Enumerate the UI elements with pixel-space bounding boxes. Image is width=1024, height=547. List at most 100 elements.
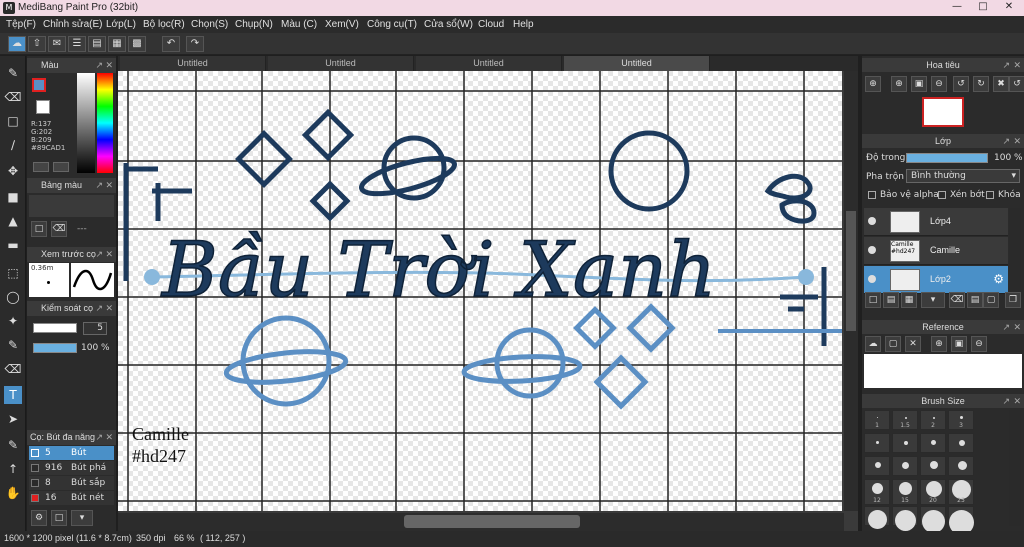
- swap-color-icon[interactable]: [53, 162, 69, 172]
- menu-filter[interactable]: Bộ lọc(R): [143, 19, 185, 30]
- brush-size-option[interactable]: [864, 456, 890, 476]
- share-icon[interactable]: ⇧: [28, 36, 46, 52]
- select-eraser-icon[interactable]: ⌫: [4, 360, 22, 378]
- rotate-left-icon[interactable]: ↺: [953, 76, 969, 92]
- menu-view[interactable]: Xem(V): [325, 19, 359, 30]
- brush-size-option[interactable]: 1: [864, 410, 890, 430]
- add-color-icon[interactable]: [33, 162, 49, 172]
- document-icon[interactable]: ▤: [88, 36, 106, 52]
- layer-row-lop4[interactable]: Lớp4: [864, 208, 1008, 236]
- popout-icon[interactable]: ↗: [95, 301, 103, 316]
- brush-size-option[interactable]: [920, 433, 946, 453]
- layer-scrollbar[interactable]: [1009, 208, 1021, 294]
- brush-size-scrollbar[interactable]: [1009, 410, 1021, 526]
- duplicate-icon[interactable]: ❐: [1005, 292, 1021, 308]
- menu-edit[interactable]: Chỉnh sửa(E): [43, 19, 103, 30]
- brush-size-option[interactable]: [864, 433, 890, 453]
- close-icon[interactable]: ✕: [1013, 58, 1021, 72]
- primary-color-swatch[interactable]: [32, 78, 46, 92]
- popout-icon[interactable]: ↗: [1002, 394, 1010, 408]
- redo-icon[interactable]: ↷: [186, 36, 204, 52]
- zoom-in-icon[interactable]: ⊕: [891, 76, 907, 92]
- folder-icon[interactable]: ▢: [983, 292, 999, 308]
- lock-checkbox[interactable]: [986, 191, 994, 199]
- brush-size-option[interactable]: [948, 433, 974, 453]
- brush-size-value[interactable]: 5: [83, 322, 107, 335]
- protect-alpha-checkbox[interactable]: [868, 191, 876, 199]
- text-tool-icon[interactable]: T: [4, 386, 22, 404]
- popout-icon[interactable]: ↗: [1002, 134, 1010, 148]
- brush-size-option[interactable]: 20: [920, 479, 946, 505]
- brush-opacity-slider[interactable]: [33, 343, 77, 353]
- more-icon[interactable]: ---: [77, 224, 87, 234]
- layer-options-icon[interactable]: ▾: [921, 292, 945, 308]
- tab-untitled-2[interactable]: Untitled: [268, 56, 414, 71]
- close-icon[interactable]: ✕: [105, 247, 113, 262]
- brush-item[interactable]: 16 Bút nét: [29, 491, 114, 505]
- navigator-thumbnail[interactable]: [922, 97, 964, 127]
- close-icon[interactable]: ✕: [105, 178, 113, 193]
- trash-icon[interactable]: ⌫: [51, 221, 67, 237]
- open-folder-icon[interactable]: ▢: [885, 336, 901, 352]
- brush-size-option[interactable]: 1.5: [892, 410, 918, 430]
- new-layer-icon[interactable]: □: [865, 292, 881, 308]
- popout-icon[interactable]: ↗: [95, 178, 103, 193]
- hue-slider[interactable]: [97, 73, 113, 173]
- hand-tool-icon[interactable]: ✋: [4, 484, 22, 502]
- zoom-out-icon[interactable]: ⊖: [971, 336, 987, 352]
- brush-size-option[interactable]: [920, 456, 946, 476]
- comment-icon[interactable]: ✉: [48, 36, 66, 52]
- eye-icon[interactable]: [868, 217, 876, 225]
- popout-icon[interactable]: ↗: [95, 430, 103, 445]
- zoom-in-icon[interactable]: ⊕: [931, 336, 947, 352]
- layer-menu-icon[interactable]: ▤: [883, 292, 899, 308]
- zoom-out-icon[interactable]: ⊖: [931, 76, 947, 92]
- menu-tools[interactable]: Công cụ(T): [367, 19, 417, 30]
- menu-help[interactable]: Help: [513, 19, 534, 30]
- menu-cloud[interactable]: Cloud: [478, 19, 504, 30]
- chat-icon[interactable]: ☰: [68, 36, 86, 52]
- menu-select[interactable]: Chọn(S): [191, 19, 228, 30]
- select-rect-icon[interactable]: ⬚: [4, 264, 22, 282]
- magic-wand-icon[interactable]: ✦: [4, 312, 22, 330]
- close-reference-icon[interactable]: ✕: [905, 336, 921, 352]
- eye-icon[interactable]: [868, 246, 876, 254]
- brush-size-option[interactable]: [948, 506, 974, 535]
- lasso-icon[interactable]: ◯: [4, 288, 22, 306]
- layer-settings-icon[interactable]: ⚙: [993, 272, 1004, 286]
- line-tool-icon[interactable]: ∕: [4, 136, 22, 154]
- fit-icon[interactable]: ▣: [911, 76, 927, 92]
- close-icon[interactable]: ✕: [1013, 320, 1021, 334]
- secondary-color-swatch[interactable]: [36, 100, 50, 114]
- zoom-in-icon[interactable]: ⊕: [865, 76, 881, 92]
- popout-icon[interactable]: ↗: [1002, 320, 1010, 334]
- new-image-layer-icon[interactable]: ▦: [901, 292, 917, 308]
- close-icon[interactable]: ✕: [996, 0, 1022, 14]
- close-icon[interactable]: ✕: [105, 301, 113, 316]
- dropper-icon[interactable]: ✎: [4, 436, 22, 454]
- brush-size-option[interactable]: 15: [892, 479, 918, 505]
- brush-menu-icon[interactable]: ▾: [71, 510, 93, 526]
- move-tool-icon[interactable]: ✥: [4, 162, 22, 180]
- menu-window[interactable]: Cửa sổ(W): [424, 19, 473, 30]
- new-palette-icon[interactable]: □: [31, 221, 47, 237]
- brush-size-option[interactable]: [892, 456, 918, 476]
- brush-size-option[interactable]: [948, 456, 974, 476]
- merge-layer-icon[interactable]: ▤: [967, 292, 983, 308]
- close-icon[interactable]: ✕: [105, 58, 113, 73]
- vertical-scroll-thumb[interactable]: [846, 211, 856, 331]
- menu-layer[interactable]: Lớp(L): [106, 19, 136, 30]
- clipping-checkbox[interactable]: [938, 191, 946, 199]
- layer-row-camille[interactable]: Camille #hd247 Camille: [864, 237, 1008, 265]
- eraser-tool-icon[interactable]: ⌫: [4, 88, 22, 106]
- close-icon[interactable]: ✕: [105, 430, 113, 445]
- rotate-right-icon[interactable]: ↻: [973, 76, 989, 92]
- brush-item[interactable]: 916 Bút phá: [29, 461, 114, 475]
- brush-size-option[interactable]: [892, 506, 918, 531]
- brush-size-option[interactable]: 12: [864, 479, 890, 505]
- gradient-tool-icon[interactable]: ▬: [4, 236, 22, 254]
- tab-untitled-3[interactable]: Untitled: [416, 56, 562, 71]
- brush-size-option[interactable]: 25: [948, 479, 974, 505]
- brush-size-option[interactable]: 3: [948, 410, 974, 430]
- eye-icon[interactable]: [868, 275, 876, 283]
